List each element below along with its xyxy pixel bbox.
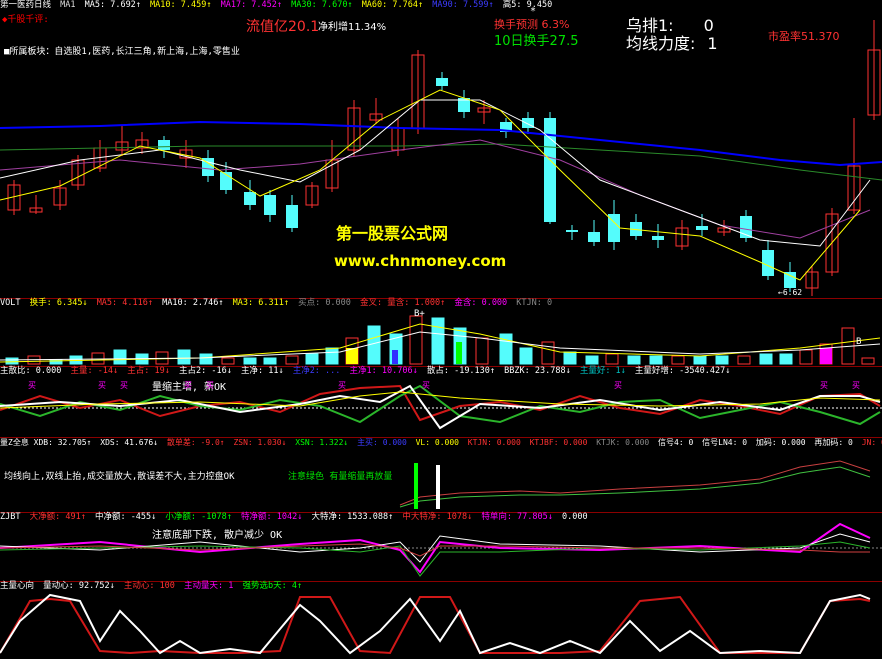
signal-bar-white [436,465,440,509]
volume-bar [285,355,299,365]
volume-bar-signal [820,348,832,364]
volume-bar [243,357,257,365]
volume-bar [325,347,339,365]
buy-tag: 买 [28,381,36,390]
volume-bar [799,349,813,365]
main-scatter-pane[interactable]: 主散比: 0.000 主量: -14↓ 主占: 19↓ 主占2: -16↓ 主净… [0,366,882,438]
green-line [399,466,871,508]
candle-body [286,205,298,228]
volume-hologram-pane[interactable]: 量Z全息 XDB: 32.705↑ XDS: 41.676↓ 散单差: -9.0… [0,437,882,513]
volume-bar [221,357,235,365]
buy-tag: 买 [98,381,106,390]
candle-body [784,272,796,288]
red-line [399,460,871,506]
volume-bar [5,357,19,365]
volume-bar-signal [392,350,398,364]
volume-bar [715,355,729,365]
volume-bar-signal [456,342,462,364]
ma5-line [0,89,861,281]
main-heart-pane[interactable]: 主量心向 量动心: 92.752↓ 主动心: 100 主动量天: 1 强势选b天… [0,581,882,659]
candle-body [588,232,600,242]
capital-flow-pane[interactable]: ZJBT 大净额: 491↑ 中净额: -455↓ 小净额: -1078↑ 特净… [0,512,882,582]
star-marker: * [530,6,536,17]
candle-body [696,226,708,230]
signal-bar-green [414,463,418,509]
candle-body [436,78,448,86]
volume-bar [605,353,619,365]
candlestick-chart: * [0,6,882,296]
volume-pane[interactable]: VOLT 换手: 6.345↓ MA5: 4.116↑ MA10: 2.746↑… [0,298,882,367]
volume-bar [779,353,793,365]
ma90-line [0,120,882,167]
indicator4-chart [0,593,871,655]
ma10-line [0,99,871,247]
volume-bar [113,349,127,365]
volume-bar [737,355,751,365]
indicator3-chart [0,522,882,577]
volume-bar [177,349,191,365]
main-price-pane[interactable]: 第一医药日线 MA1 MA5: 7.692↑ MA10: 7.459↑ MA17… [0,0,882,300]
candle-body [264,195,276,215]
candle-body [244,192,256,205]
buy-tag: 买 [852,381,860,390]
volume-bar [671,355,685,365]
volume-bar [519,347,533,365]
volume-bar [649,355,663,365]
volume-bar [431,317,445,365]
candle-body [762,250,774,276]
volume-bar [199,353,213,365]
vol-marker: B [856,337,861,347]
volume-bar [627,355,641,365]
volume-bar [585,355,599,365]
white-line [0,593,871,655]
volume-bar [759,353,773,365]
buy-tag: 买 [120,381,128,390]
volume-bar [541,341,555,365]
volume-bar [305,353,319,365]
red-line [0,595,871,655]
buy-tag: 买 [614,381,622,390]
indicator1-chart: 买买买买买买买买买买 [0,381,882,430]
volume-bar [693,355,707,365]
volume-chart: B+ B [0,309,881,365]
candle-body [158,140,170,150]
buy-tag: 买 [184,381,192,390]
candle-body [566,230,578,232]
buy-tag: 买 [422,381,430,390]
volume-bar [861,357,875,365]
buy-tag: 买 [820,381,828,390]
indicator2-chart [399,460,871,509]
buy-tag: 买 [338,381,346,390]
candle-body [652,236,664,240]
volume-bar [475,337,489,365]
vol-marker: B+ [414,309,425,319]
volume-bar [263,357,277,365]
buy-tag: 买 [206,381,214,390]
volume-bar [409,315,423,365]
volume-bar [563,351,577,365]
